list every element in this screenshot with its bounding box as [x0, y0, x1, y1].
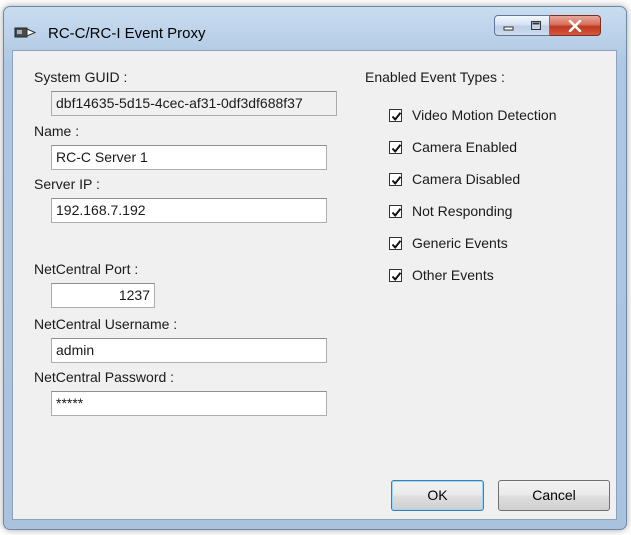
netcentral-password-field[interactable]: *****: [51, 391, 327, 416]
maximize-icon: [530, 21, 541, 30]
dialog-client-area: System GUID : dbf14635-5d15-4cec-af31-0d…: [12, 50, 617, 520]
close-button[interactable]: [550, 15, 601, 36]
title-bar[interactable]: RC-C/RC-I Event Proxy: [4, 7, 626, 50]
cancel-button[interactable]: Cancel: [498, 480, 610, 511]
checkbox-label: Not Responding: [412, 203, 513, 219]
netcentral-username-field[interactable]: admin: [51, 338, 327, 363]
system-guid-field[interactable]: dbf14635-5d15-4cec-af31-0df3df688f37: [51, 91, 337, 116]
event-type-video-motion-detection[interactable]: Video Motion Detection: [389, 105, 557, 125]
checkbox-label: Camera Disabled: [412, 171, 521, 187]
event-proxy-window: RC-C/RC-I Event Proxy System GUID : dbf1…: [3, 6, 627, 530]
netcentral-password-label: NetCentral Password :: [34, 369, 175, 385]
netcentral-port-field[interactable]: 1237: [51, 283, 155, 308]
checkbox-checked-icon[interactable]: [389, 140, 402, 154]
enabled-event-types-heading: Enabled Event Types :: [365, 69, 505, 85]
maximize-button[interactable]: [522, 15, 550, 36]
name-field[interactable]: RC-C Server 1: [51, 145, 327, 170]
checkbox-checked-icon[interactable]: [389, 268, 402, 282]
system-guid-label: System GUID :: [34, 69, 128, 85]
checkbox-checked-icon[interactable]: [389, 204, 402, 218]
event-type-other-events[interactable]: Other Events: [389, 265, 494, 285]
checkbox-checked-icon[interactable]: [389, 172, 402, 186]
minimize-icon: [503, 26, 513, 30]
server-ip-field[interactable]: 192.168.7.192: [51, 198, 327, 223]
netcentral-username-label: NetCentral Username :: [34, 316, 178, 332]
checkbox-label: Generic Events: [412, 235, 508, 251]
minimize-button[interactable]: [494, 15, 523, 36]
event-type-not-responding[interactable]: Not Responding: [389, 201, 512, 221]
camera-arrow-icon: [14, 27, 36, 38]
netcentral-port-label: NetCentral Port :: [34, 261, 139, 277]
checkbox-checked-icon[interactable]: [389, 236, 402, 250]
close-icon: [568, 19, 582, 32]
checkbox-label: Other Events: [412, 267, 494, 283]
event-type-camera-enabled[interactable]: Camera Enabled: [389, 137, 517, 157]
checkbox-checked-icon[interactable]: [389, 108, 402, 122]
server-ip-label: Server IP :: [34, 176, 100, 192]
ok-button[interactable]: OK: [391, 480, 484, 511]
event-type-generic-events[interactable]: Generic Events: [389, 233, 508, 253]
window-title: RC-C/RC-I Event Proxy: [48, 25, 206, 42]
checkbox-label: Video Motion Detection: [412, 107, 557, 123]
event-type-camera-disabled[interactable]: Camera Disabled: [389, 169, 520, 189]
checkbox-label: Camera Enabled: [412, 139, 518, 155]
name-label: Name :: [34, 123, 80, 139]
